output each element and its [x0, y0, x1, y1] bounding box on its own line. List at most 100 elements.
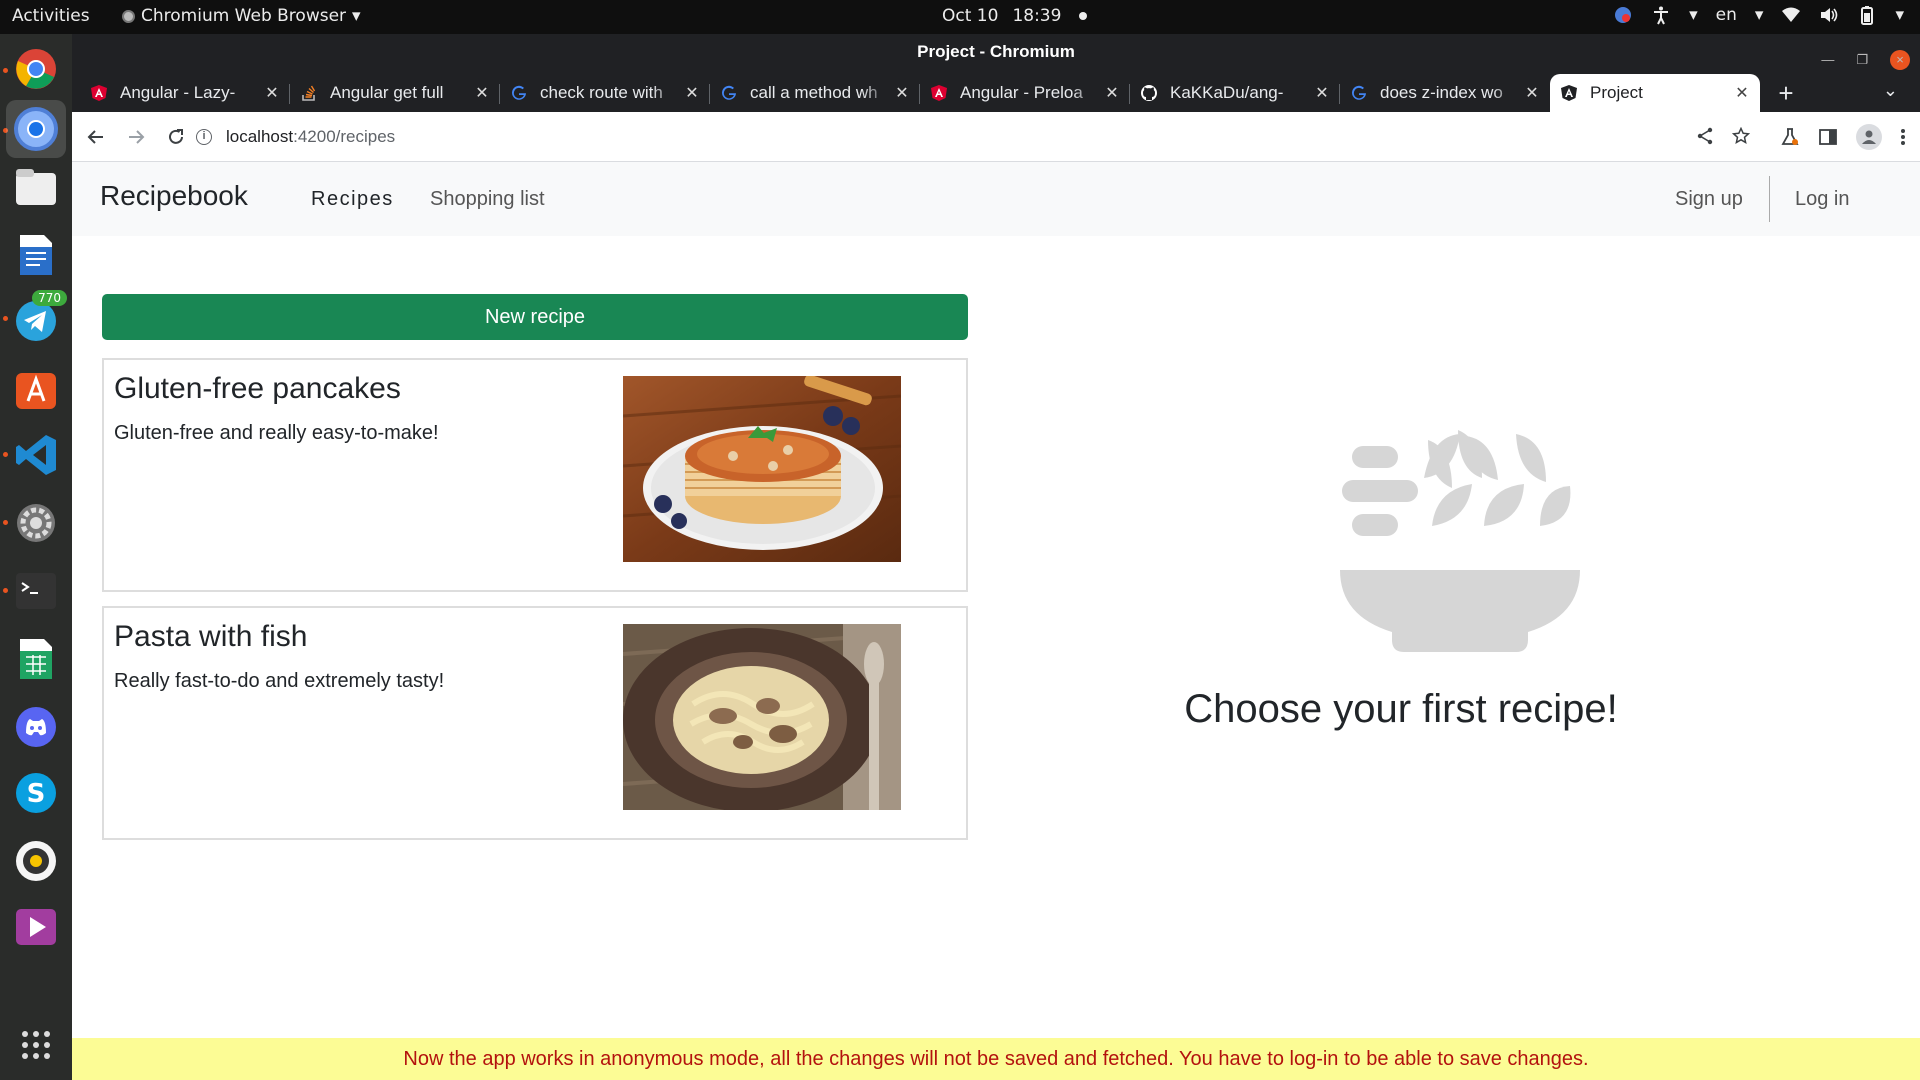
- close-tab-icon[interactable]: ✕: [1524, 83, 1540, 103]
- recipe-description: Gluten-free and really easy-to-make!: [114, 422, 439, 444]
- app-menu-label: Chromium Web Browser: [141, 6, 347, 26]
- svg-text:S: S: [27, 779, 46, 809]
- share-icon[interactable]: [1696, 127, 1714, 145]
- new-tab-icon[interactable]: +: [1766, 74, 1806, 112]
- system-tray[interactable]: ▾ en ▾ ▾: [1613, 5, 1904, 25]
- angular-icon: [1560, 84, 1578, 102]
- tab-title: Project: [1590, 83, 1643, 102]
- recipe-image-pancakes: [623, 376, 901, 562]
- rhythmbox-icon[interactable]: [11, 836, 61, 886]
- skype-icon[interactable]: S: [11, 768, 61, 818]
- labs-flask-icon[interactable]: [1780, 127, 1800, 147]
- software-center-icon[interactable]: [11, 364, 61, 414]
- close-tab-icon[interactable]: ✕: [1734, 83, 1750, 103]
- close-tab-icon[interactable]: ✕: [1104, 83, 1120, 103]
- accessibility-icon[interactable]: [1651, 5, 1671, 25]
- notification-dot-icon: [1079, 12, 1088, 20]
- calc-icon[interactable]: [11, 634, 61, 684]
- dock: 770 S: [0, 34, 72, 1080]
- tab-github[interactable]: KaKKaDu/ang- ✕: [1130, 74, 1340, 112]
- bowl-placeholder-icon: [1340, 430, 1580, 657]
- close-tab-icon[interactable]: ✕: [894, 83, 910, 103]
- close-tab-icon[interactable]: ✕: [264, 83, 280, 103]
- chevron-down-icon: ▾: [1895, 5, 1904, 25]
- reload-icon[interactable]: [164, 125, 188, 149]
- page-viewport: Recipebook Recipes Shopping list Sign up…: [72, 162, 1920, 1080]
- app-menu[interactable]: Chromium Web Browser ▾: [122, 6, 361, 26]
- activities-button[interactable]: Activities: [12, 6, 90, 26]
- google-icon: [720, 84, 738, 102]
- tab-stackoverflow[interactable]: Angular get full ✕: [290, 74, 500, 112]
- angular-icon: [90, 84, 108, 102]
- tab-project[interactable]: Project ✕: [1550, 74, 1760, 112]
- recipe-image-pasta: [623, 624, 901, 810]
- chromium-icon[interactable]: [6, 100, 66, 158]
- new-recipe-button[interactable]: New recipe: [102, 294, 968, 340]
- window-titlebar[interactable]: Project - Chromium — ❐ ×: [72, 34, 1920, 70]
- clock[interactable]: Oct 10 18:39: [942, 6, 1088, 26]
- running-indicator: [3, 520, 8, 525]
- recipe-name: Pasta with fish: [114, 620, 308, 653]
- tab-angular-lazy[interactable]: Angular - Lazy- ✕: [80, 74, 290, 112]
- language-indicator[interactable]: en: [1716, 5, 1737, 25]
- running-indicator: [3, 316, 8, 321]
- chevron-down-icon: ▾: [1689, 5, 1698, 25]
- nav-sign-up[interactable]: Sign up: [1675, 188, 1743, 211]
- github-icon: [1140, 84, 1158, 102]
- site-info-icon[interactable]: i: [196, 129, 212, 145]
- battery-icon[interactable]: [1857, 5, 1877, 25]
- vscode-icon[interactable]: [11, 430, 61, 480]
- close-tab-icon[interactable]: ✕: [1314, 83, 1330, 103]
- bookmark-star-icon[interactable]: [1732, 127, 1750, 145]
- volume-icon[interactable]: [1819, 5, 1839, 25]
- nav-log-in[interactable]: Log in: [1795, 188, 1850, 211]
- date-label: Oct 10: [942, 6, 999, 26]
- anonymous-mode-banner: Now the app works in anonymous mode, all…: [72, 1038, 1920, 1080]
- tab-google-z-index[interactable]: does z-index wo ✕: [1340, 74, 1550, 112]
- close-window-icon[interactable]: ×: [1890, 50, 1910, 70]
- brand-link[interactable]: Recipebook: [100, 180, 248, 212]
- video-icon[interactable]: [11, 902, 61, 952]
- nav-recipes[interactable]: Recipes: [311, 188, 394, 211]
- recipe-card[interactable]: Gluten-free pancakes Gluten-free and rea…: [102, 358, 968, 592]
- stackoverflow-icon: [300, 84, 318, 102]
- google-icon: [1350, 84, 1368, 102]
- app-navbar: Recipebook Recipes Shopping list Sign up…: [72, 162, 1920, 236]
- more-menu-icon[interactable]: [1900, 127, 1906, 147]
- app-grid-icon[interactable]: [11, 1020, 61, 1070]
- back-icon[interactable]: [84, 125, 108, 149]
- empty-state-message: Choose your first recipe!: [1184, 687, 1618, 731]
- tab-search-icon[interactable]: ⌄: [1883, 80, 1898, 101]
- telegram-icon[interactable]: 770: [11, 290, 67, 346]
- running-indicator: [3, 68, 8, 73]
- browser-toolbar: i localhost:4200/recipes: [72, 112, 1920, 162]
- side-panel-icon[interactable]: [1818, 127, 1838, 147]
- tab-google-check-route[interactable]: check route with ✕: [500, 74, 710, 112]
- terminal-icon[interactable]: [11, 566, 61, 616]
- tab-title: KaKKaDu/ang-: [1170, 83, 1284, 102]
- screen-record-icon[interactable]: [1613, 5, 1633, 25]
- writer-icon[interactable]: [11, 230, 61, 280]
- settings-icon[interactable]: [11, 498, 61, 548]
- wifi-icon[interactable]: [1781, 5, 1801, 25]
- recipe-card[interactable]: Pasta with fish Really fast-to-do and ex…: [102, 606, 968, 840]
- close-tab-icon[interactable]: ✕: [684, 83, 700, 103]
- address-bar[interactable]: i localhost:4200/recipes: [196, 119, 1750, 155]
- browser-window: Project - Chromium — ❐ × Angular - Lazy-…: [72, 34, 1920, 1080]
- chevron-down-icon: ▾: [352, 6, 361, 26]
- chrome-icon[interactable]: [11, 44, 61, 94]
- nav-shopping-list[interactable]: Shopping list: [430, 188, 545, 211]
- files-icon[interactable]: [11, 162, 61, 212]
- tab-angular-preloading[interactable]: Angular - Preloa ✕: [920, 74, 1130, 112]
- telegram-badge: 770: [32, 290, 67, 306]
- chevron-down-icon: ▾: [1754, 5, 1764, 25]
- discord-icon[interactable]: [11, 702, 61, 752]
- google-icon: [510, 84, 528, 102]
- profile-avatar-icon[interactable]: [1856, 124, 1882, 150]
- tab-google-call-method[interactable]: call a method wh ✕: [710, 74, 920, 112]
- url-host: localhost: [226, 127, 294, 146]
- nav-divider: [1769, 176, 1770, 222]
- running-indicator: [3, 588, 8, 593]
- close-tab-icon[interactable]: ✕: [474, 83, 490, 103]
- forward-icon[interactable]: [124, 125, 148, 149]
